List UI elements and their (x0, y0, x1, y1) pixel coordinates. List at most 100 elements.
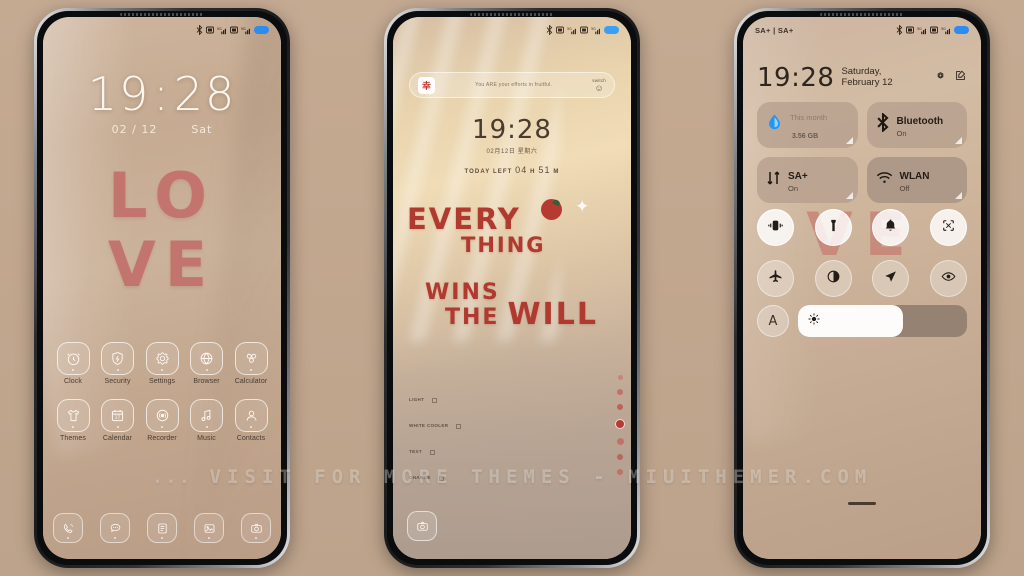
flashlight-icon (825, 217, 842, 239)
gear-icon (145, 342, 179, 375)
side-label-item[interactable]: WHITE COOLER (409, 422, 462, 430)
app-music[interactable]: Music (185, 399, 229, 442)
app-clock[interactable]: Clock (51, 342, 95, 385)
calculator-icon (234, 342, 268, 375)
app-label: Recorder (147, 435, 177, 442)
sim1-icon (556, 26, 564, 34)
side-label-text: WHITE COOLER (409, 422, 449, 428)
phone-3-inner-frame: VE SA+ | SA+ 5G 5G 19:28 Saturday, Febru… (737, 11, 987, 565)
strip-app-icon[interactable] (617, 389, 623, 395)
alarm-clock-icon (56, 342, 90, 375)
tile-title: WLAN (899, 170, 930, 182)
tile-text: This month 3.56 GB (790, 107, 827, 144)
recorder-icon (145, 399, 179, 432)
phone-icon[interactable] (53, 513, 83, 543)
side-label-box-icon (456, 423, 462, 429)
sim2-icon (580, 26, 588, 34)
dock (43, 513, 281, 543)
app-row-2: Themes 17 Calendar Recorder Music Contac… (51, 399, 273, 442)
phone-3-screen: VE SA+ | SA+ 5G 5G 19:28 Saturday, Febru… (743, 17, 981, 559)
drag-handle[interactable] (848, 502, 876, 505)
widget-badge: 幸 (418, 76, 435, 94)
widget-switch[interactable]: switch ☺ (592, 78, 606, 93)
tile-subtitle: Off (899, 184, 910, 194)
side-label-text: LIGHT (409, 397, 425, 402)
side-label-item[interactable]: LIGHT (409, 397, 461, 404)
tile-subtitle: On (896, 129, 907, 139)
toggle-ringtone[interactable] (872, 209, 910, 246)
phone-2-status-bar: 5G 5G (393, 17, 631, 43)
app-recorder[interactable]: Recorder (140, 399, 184, 442)
chat-bubble-icon[interactable] (100, 513, 130, 543)
toggle-screenshot[interactable] (929, 209, 967, 246)
tile-expand-corner-icon[interactable] (955, 192, 962, 199)
big-tile-row-2: SA+ On WLAN Off (757, 157, 967, 203)
app-label: Music (197, 435, 216, 442)
shield-icon (101, 342, 134, 375)
earpiece-speaker (820, 13, 904, 16)
clock-weekday: Sat (191, 123, 213, 136)
signal2-icon: 5G (241, 27, 250, 34)
tile-wlan[interactable]: WLAN Off (866, 157, 967, 203)
side-label-item[interactable]: TEXT (409, 449, 461, 456)
tile-title: This month (790, 112, 828, 122)
app-browser[interactable]: Browser (185, 342, 229, 385)
tile-expand-corner-icon[interactable] (845, 192, 853, 199)
toggle-reading-mode[interactable] (929, 260, 967, 297)
vibrate-icon (767, 217, 784, 239)
app-settings[interactable]: Settings (140, 342, 184, 385)
smiley-icon: ☺ (594, 82, 604, 93)
toggle-airplane-mode[interactable] (757, 260, 794, 297)
svg-text:17: 17 (115, 415, 121, 421)
app-themes[interactable]: Themes (51, 399, 95, 442)
svg-text:5G: 5G (217, 27, 222, 31)
signal1-icon: 5G (567, 27, 576, 34)
toggle-flashlight[interactable] (814, 209, 852, 246)
camera-icon[interactable] (241, 513, 271, 543)
header-time: 19:28 (757, 63, 835, 93)
strip-app-icon[interactable] (616, 438, 624, 445)
toggle-dark-mode[interactable] (814, 260, 852, 297)
side-label-box-icon (429, 449, 435, 455)
widget-pill[interactable]: 幸 You ARE your efforts in fruitful. swit… (409, 72, 615, 98)
tile-expand-corner-icon[interactable] (845, 137, 853, 144)
strip-app-icon[interactable] (617, 404, 623, 410)
app-contacts[interactable]: Contacts (229, 399, 273, 442)
tile-mobile-data[interactable]: This month 3.56 GB (757, 102, 858, 148)
clock-time: 19:28 (43, 71, 281, 117)
brightness-slider[interactable] (798, 305, 967, 337)
app-security[interactable]: Security (96, 342, 140, 385)
app-row-1: Clock Security Settings Browser Calculat… (51, 342, 273, 385)
toggle-location[interactable] (872, 260, 910, 297)
time-left-label: TODAY LEFT 04 H 51 M (393, 165, 631, 175)
toggle-vibrate[interactable] (757, 209, 794, 246)
phone-1-status-bar: 5G 5G (43, 17, 281, 43)
image-icon[interactable] (194, 513, 224, 543)
auto-brightness-button[interactable]: A (757, 305, 789, 337)
notes-icon[interactable] (147, 513, 177, 543)
phone-2-screen: 5G 5G 幸 You ARE your efforts in fruitful… (393, 17, 631, 559)
edge-app-strip[interactable] (615, 375, 625, 475)
control-center: 19:28 Saturday, February 12 This month 3… (743, 17, 981, 559)
battery-icon (604, 26, 619, 34)
side-label-item[interactable]: CHANGE (409, 475, 461, 482)
strip-app-icon[interactable] (617, 469, 623, 475)
app-calendar[interactable]: 17 Calendar (96, 399, 140, 442)
strip-app-icon[interactable] (617, 375, 623, 380)
app-calculator[interactable]: Calculator (229, 342, 273, 385)
clock-time: 19:28 (472, 115, 552, 145)
strip-app-icon[interactable] (617, 454, 623, 460)
tile-sa-plus[interactable]: SA+ On (757, 157, 858, 203)
cherry-dot-icon (541, 199, 562, 220)
app-grid: Clock Security Settings Browser Calculat… (43, 342, 281, 442)
tile-value: 3.56 GB (790, 125, 818, 141)
strip-app-icon[interactable] (615, 419, 625, 429)
tile-bluetooth[interactable]: Bluetooth On (866, 102, 967, 148)
earpiece-speaker (120, 13, 204, 16)
earpiece-speaker (470, 13, 554, 16)
gear-icon[interactable] (934, 69, 947, 87)
wifi-icon (876, 171, 893, 190)
tile-expand-corner-icon[interactable] (955, 137, 962, 144)
edit-icon[interactable] (954, 69, 967, 87)
camera-icon[interactable] (407, 511, 437, 541)
